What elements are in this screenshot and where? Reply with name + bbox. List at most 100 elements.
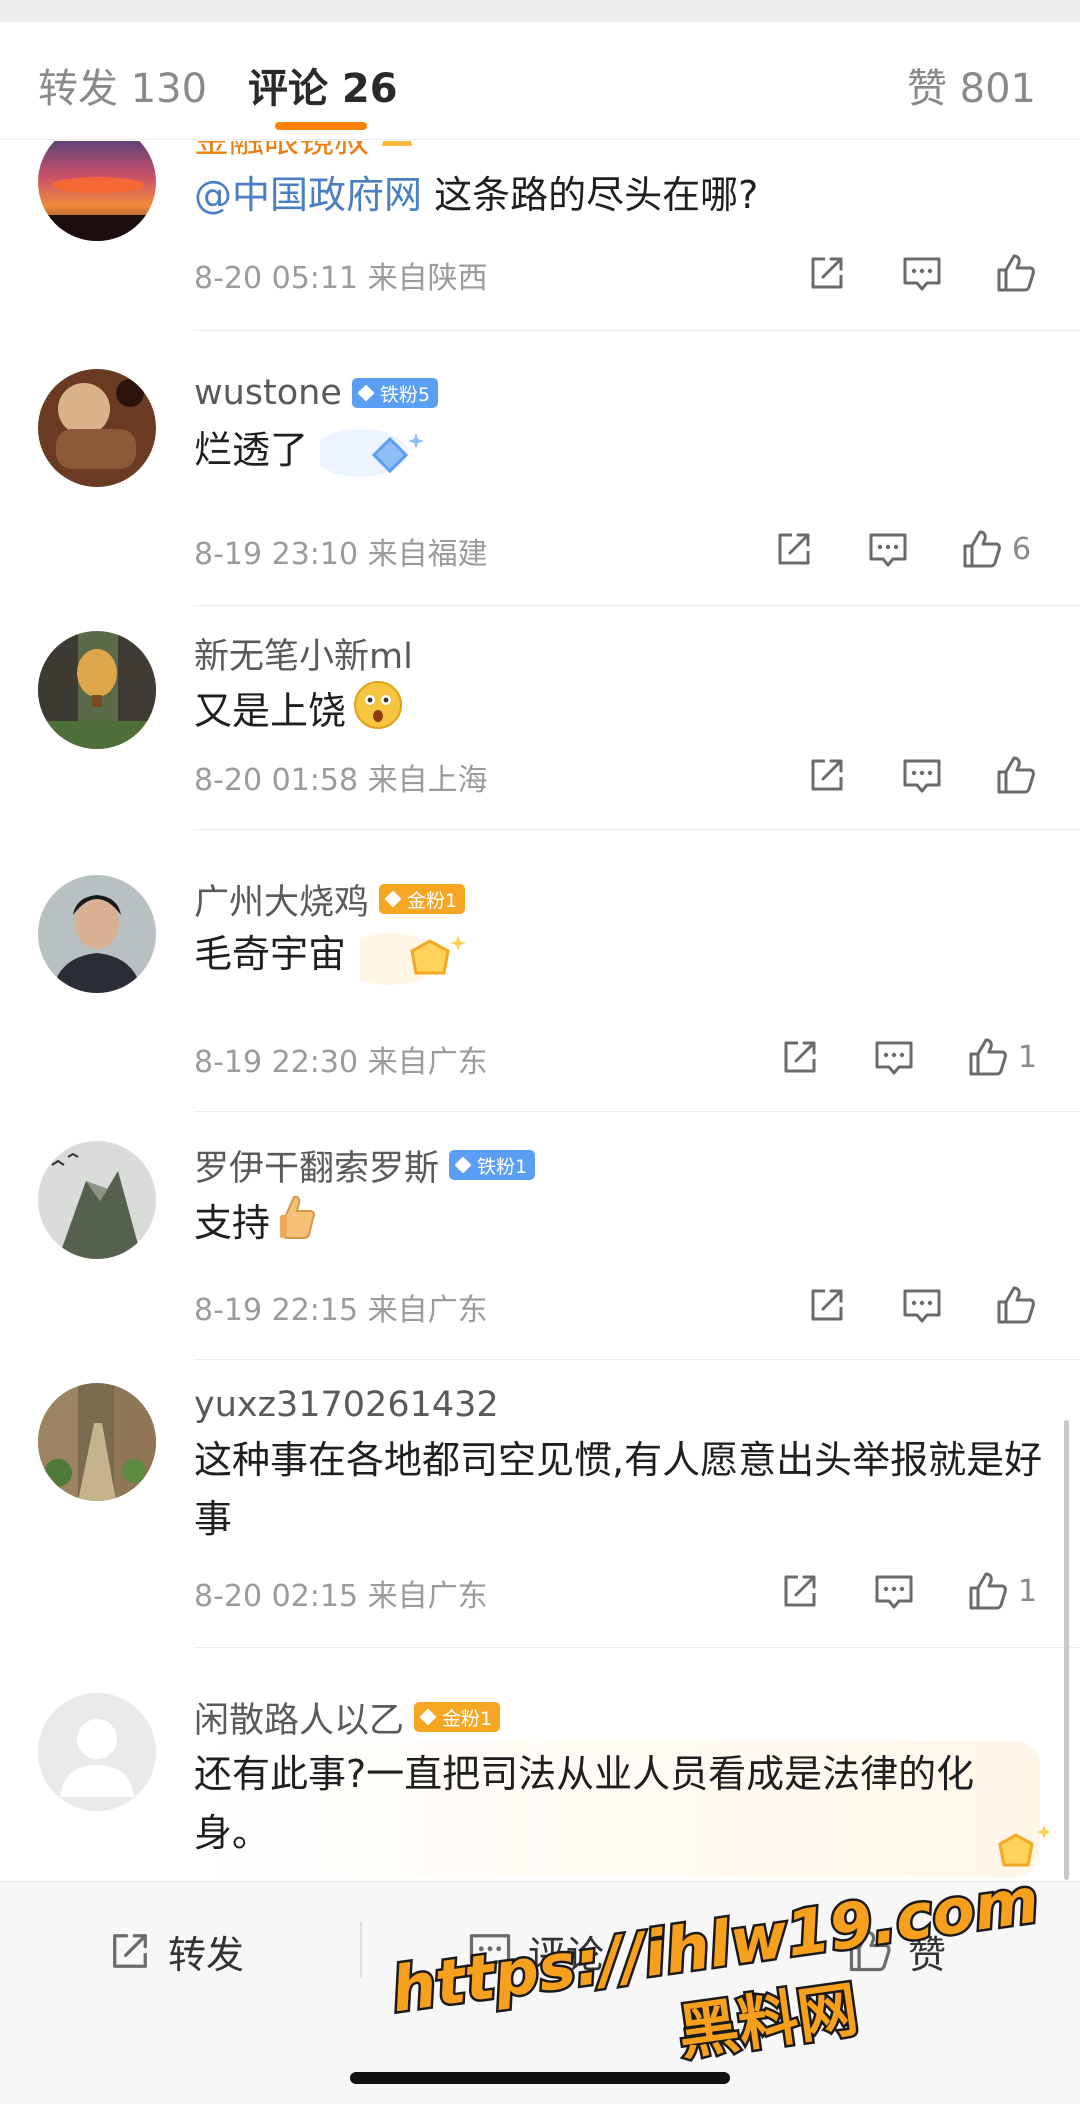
fan-badge: 金粉1 [414, 1702, 501, 1732]
tab-comments[interactable]: 评论 26 [248, 56, 398, 114]
active-tab-indicator [275, 122, 367, 130]
comment-author[interactable]: wustone [194, 373, 342, 413]
share-icon [778, 1569, 822, 1613]
like-icon [966, 1569, 1010, 1613]
comment-author-row: 广州大烧鸡 金粉1 [194, 877, 466, 923]
status-strip [0, 0, 1080, 22]
share-button[interactable] [778, 1035, 822, 1079]
avatar[interactable] [38, 1693, 156, 1811]
share-icon [106, 1927, 154, 1975]
comment-meta: 8-20 01:58 来自上海 [194, 763, 488, 798]
comment-author-row: 闲散路人以乙 金粉1 [194, 1695, 501, 1741]
mention-link[interactable]: @中国政府网 [194, 173, 422, 217]
fan-badge: 铁粉1 [449, 1150, 536, 1180]
comment-list: 金融眼镜叔 @中国政府网 这条路的尽头在哪? 8-20 05:11 来自陕西 w… [0, 141, 1080, 1881]
comment-author[interactable]: 罗伊干翻索罗斯 [194, 1140, 439, 1191]
like-button[interactable] [994, 1283, 1046, 1327]
avatar[interactable] [38, 1141, 156, 1259]
comment-author[interactable]: 新无笔小新ml [194, 628, 413, 679]
comment-author-row: 新无笔小新ml [194, 631, 413, 677]
gold-fan-sparkle-icon [986, 1815, 1056, 1881]
iron-fan-sparkle-icon [312, 419, 430, 493]
comment-meta: 8-19 22:30 来自广东 [194, 1045, 488, 1080]
crown-icon [379, 141, 415, 150]
comment-item: wustone 铁粉5 烂透了 8-19 23:10 来自福建 6 [0, 359, 1080, 629]
reply-icon [900, 1283, 944, 1327]
comment-text: 这种事在各地都司空见惯,有人愿意出头举报就是好事 [194, 1438, 1043, 1541]
comment-author-row: 金融眼镜叔 [194, 141, 415, 161]
share-icon [805, 1283, 849, 1327]
comment-text: 毛奇宇宙 [194, 932, 347, 976]
divider [194, 1111, 1080, 1112]
comment-author[interactable]: 金融眼镜叔 [194, 141, 369, 163]
reply-button[interactable] [872, 1035, 916, 1079]
share-button[interactable] [772, 527, 816, 571]
share-button[interactable] [805, 753, 849, 797]
reply-button[interactable] [872, 1569, 916, 1613]
avatar[interactable] [38, 875, 156, 993]
like-icon [994, 1283, 1038, 1327]
comment-meta: 8-19 23:10 来自福建 [194, 537, 488, 572]
share-button[interactable] [778, 1569, 822, 1613]
comment-meta: 8-19 22:15 来自广东 [194, 1293, 488, 1328]
reply-icon [900, 753, 944, 797]
avatar[interactable] [38, 1383, 156, 1501]
like-icon [960, 527, 1004, 571]
comment-author[interactable]: 广州大烧鸡 [194, 874, 369, 925]
avatar[interactable] [38, 631, 156, 749]
reply-button[interactable] [900, 251, 944, 295]
like-button[interactable] [994, 753, 1046, 797]
reply-button[interactable] [900, 1283, 944, 1327]
watermark-site-name: 黑料网 [674, 1975, 862, 2069]
reply-icon [866, 527, 910, 571]
tab-repost[interactable]: 转发 130 [38, 56, 207, 114]
like-button[interactable]: 1 [966, 1035, 1037, 1079]
comment-text: @中国政府网 这条路的尽头在哪? [194, 173, 759, 217]
share-button[interactable] [805, 1283, 849, 1327]
comment-item: 罗伊干翻索罗斯 铁粉1 支持 8-19 22:15 来自广东 [0, 1131, 1080, 1381]
gold-fan-sparkle-icon [340, 919, 470, 1003]
divider [194, 1359, 1080, 1360]
avatar[interactable] [38, 141, 156, 241]
comment-meta: 8-20 02:15 来自广东 [194, 1579, 488, 1614]
divider [194, 330, 1080, 331]
share-icon [772, 527, 816, 571]
share-icon [805, 251, 849, 295]
gem-icon [419, 1708, 437, 1726]
like-icon [994, 251, 1038, 295]
comment-item: 广州大烧鸡 金粉1 毛奇宇宙 8-19 22:30 来自广东 1 [0, 865, 1080, 1135]
reply-button[interactable] [866, 527, 910, 571]
share-button[interactable] [805, 251, 849, 295]
comment-item: 闲散路人以乙 金粉1 还有此事?一直把司法从业人员看成是法律的化身。 [0, 1669, 1080, 1881]
avatar[interactable] [38, 369, 156, 487]
like-button[interactable] [994, 251, 1046, 295]
divider [194, 1647, 1080, 1648]
comment-author[interactable]: yuxz3170261432 [194, 1385, 499, 1425]
comment-item: yuxz3170261432 这种事在各地都司空见惯,有人愿意出头举报就是好事 … [0, 1375, 1080, 1675]
share-icon [778, 1035, 822, 1079]
like-icon [966, 1035, 1010, 1079]
tab-likes[interactable]: 赞 801 [907, 56, 1036, 114]
scrollbar[interactable] [1064, 1420, 1069, 1880]
watermark: https://ihlw19.com 黑料网 [384, 1861, 1050, 2080]
thumbs-up-emoji-icon [276, 1191, 320, 1260]
gem-icon [384, 890, 402, 908]
reply-icon [900, 251, 944, 295]
share-icon [805, 753, 849, 797]
reply-button[interactable] [900, 753, 944, 797]
reply-icon [872, 1569, 916, 1613]
comment-meta: 8-20 05:11 来自陕西 [194, 261, 488, 296]
comment-item: 新无笔小新ml 又是上饶 8-20 01:58 来自上海 [0, 623, 1080, 873]
fan-badge: 金粉1 [379, 884, 466, 914]
divider [360, 1922, 362, 1978]
comment-text: 又是上饶 [194, 679, 1044, 748]
reply-icon [872, 1035, 916, 1079]
comment-text: 支持 [194, 1191, 1044, 1260]
bottom-repost-button[interactable]: 转发 [106, 1924, 244, 1978]
like-button[interactable]: 6 [960, 527, 1031, 571]
comment-author-row: 罗伊干翻索罗斯 铁粉1 [194, 1143, 536, 1189]
gem-icon [454, 1156, 472, 1174]
fan-badge: 铁粉5 [351, 378, 438, 408]
comment-author[interactable]: 闲散路人以乙 [194, 1692, 404, 1743]
like-button[interactable]: 1 [966, 1569, 1037, 1613]
